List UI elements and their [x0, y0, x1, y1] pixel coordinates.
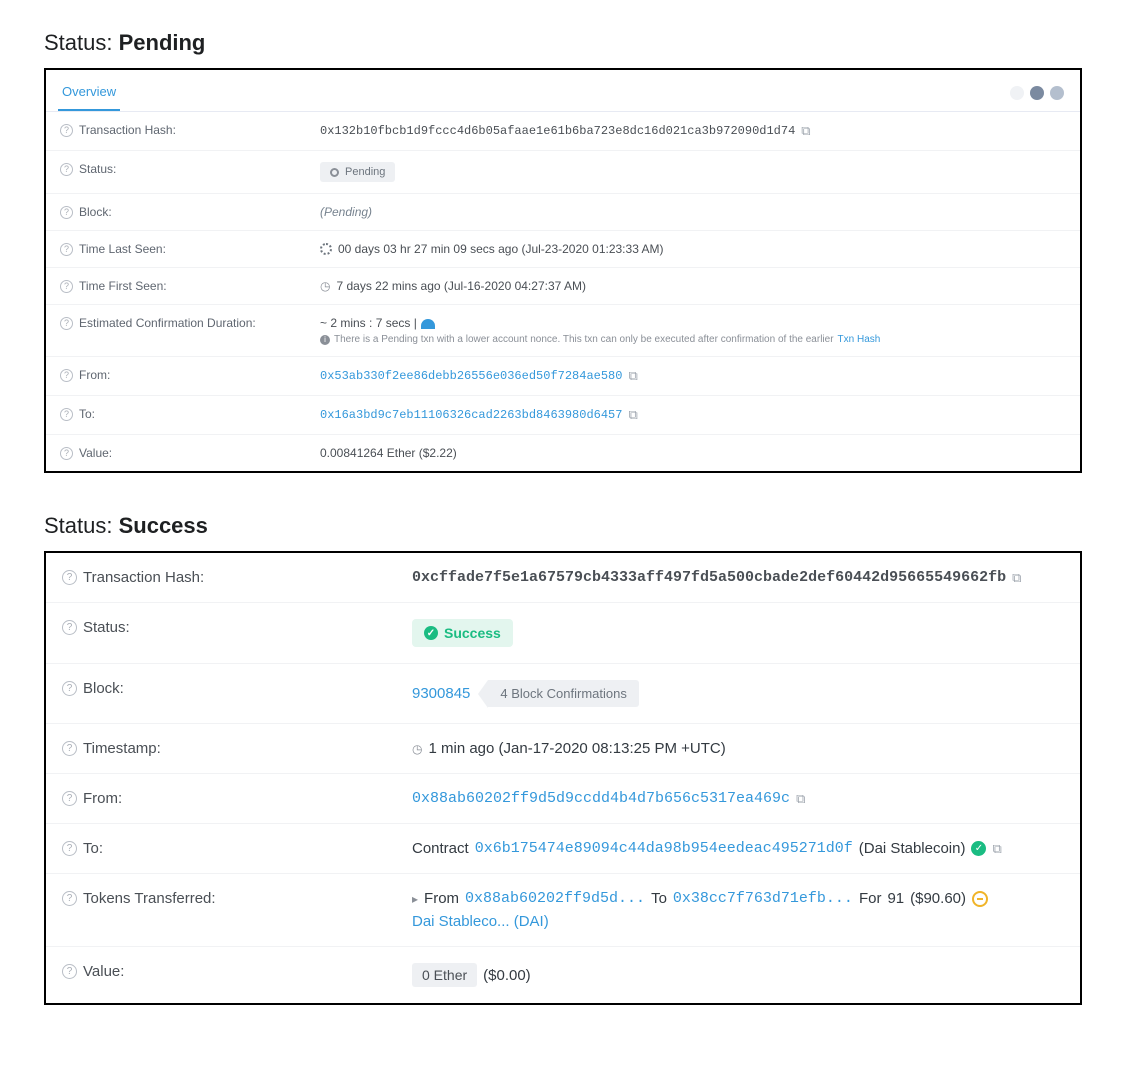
status-badge-success: ✓ Success — [412, 619, 513, 647]
row-from: ?From: 0x53ab330f2ee86debb26556e036ed50f… — [46, 357, 1080, 396]
row-txhash: ?Transaction Hash: 0x132b10fbcb1d9fccc4d… — [46, 112, 1080, 151]
status-badge-pending: Pending — [320, 162, 395, 182]
value-text: 0.00841264 Ether ($2.22) — [320, 446, 457, 460]
value-ether-pill: 0 Ether — [412, 963, 477, 987]
pending-panel: Overview ?Transaction Hash: 0x132b10fbcb… — [44, 68, 1082, 473]
copy-icon[interactable]: ⧉ — [801, 123, 810, 139]
help-icon[interactable]: ? — [62, 620, 77, 635]
verified-icon: ✓ — [971, 841, 986, 856]
block-confirmations-badge: 4 Block Confirmations — [488, 680, 638, 707]
help-icon[interactable]: ? — [60, 163, 73, 176]
txhash-value: 0x132b10fbcb1d9fccc4d6b05afaae1e61b6ba72… — [320, 124, 795, 138]
value-usd: ($0.00) — [483, 967, 531, 984]
copy-icon[interactable]: ⧉ — [1012, 570, 1021, 586]
timestamp-value: 1 min ago (Jan-17-2020 08:13:25 PM +UTC) — [428, 740, 725, 757]
tab-overview[interactable]: Overview — [58, 74, 120, 111]
row-status: ?Status: Pending — [46, 151, 1080, 194]
help-icon[interactable]: ? — [60, 369, 73, 382]
help-icon[interactable]: ? — [60, 124, 73, 137]
from-address-link[interactable]: 0x88ab60202ff9d5d9ccdd4b4d7b656c5317ea46… — [412, 790, 790, 807]
section-title-pending: Status: Pending — [44, 30, 1082, 56]
check-icon: ✓ — [424, 626, 438, 640]
pending-panel-header: Overview — [46, 70, 1080, 112]
first-seen-value: 7 days 22 mins ago (Jul-16-2020 04:27:37… — [336, 279, 585, 293]
copy-icon[interactable]: ⧉ — [796, 791, 805, 807]
txn-hash-link[interactable]: Txn Hash — [838, 334, 881, 345]
tokens-amount: 91 — [887, 890, 904, 907]
block-value: (Pending) — [320, 205, 372, 219]
row-to: ?To: Contract 0x6b175474e89094c44da98b95… — [46, 824, 1080, 874]
row-value: ?Value: 0.00841264 Ether ($2.22) — [46, 435, 1080, 471]
tokens-to-link[interactable]: 0x38cc7f763d71efb... — [673, 890, 853, 907]
panel-indicator-dots — [1010, 86, 1068, 100]
dot-icon — [1030, 86, 1044, 100]
tokens-from-link[interactable]: 0x88ab60202ff9d5d... — [465, 890, 645, 907]
row-first-seen: ?Time First Seen: ◷ 7 days 22 mins ago (… — [46, 268, 1080, 305]
to-contract-name: (Dai Stablecoin) — [859, 840, 966, 857]
to-contract-prefix: Contract — [412, 840, 469, 857]
est-conf-note: i There is a Pending txn with a lower ac… — [320, 334, 1066, 345]
row-to: ?To: 0x16a3bd9c7eb11106326cad2263bd84639… — [46, 396, 1080, 435]
copy-icon[interactable]: ⧉ — [628, 407, 637, 423]
to-address-link[interactable]: 0x16a3bd9c7eb11106326cad2263bd8463980d64… — [320, 408, 622, 422]
pending-circle-icon — [330, 168, 339, 177]
arrow-right-icon: ▸ — [412, 892, 418, 906]
row-value: ?Value: 0 Ether ($0.00) — [46, 947, 1080, 1003]
help-icon[interactable]: ? — [62, 570, 77, 585]
dai-token-icon — [972, 891, 988, 907]
row-block: ?Block: 9300845 4 Block Confirmations — [46, 664, 1080, 724]
row-est-conf: ?Estimated Confirmation Duration: ~ 2 mi… — [46, 305, 1080, 357]
tokens-name-link[interactable]: Dai Stableco... (DAI) — [412, 913, 549, 930]
row-block: ?Block: (Pending) — [46, 194, 1080, 231]
help-icon[interactable]: ? — [62, 964, 77, 979]
clock-icon: ◷ — [320, 279, 330, 293]
last-seen-value: 00 days 03 hr 27 min 09 secs ago (Jul-23… — [338, 242, 664, 256]
info-icon: i — [320, 335, 330, 345]
success-panel: ?Transaction Hash: 0xcffade7f5e1a67579cb… — [44, 551, 1082, 1005]
block-number-link[interactable]: 9300845 — [412, 685, 470, 702]
help-icon[interactable]: ? — [62, 681, 77, 696]
help-icon[interactable]: ? — [62, 741, 77, 756]
help-icon[interactable]: ? — [60, 447, 73, 460]
help-icon[interactable]: ? — [62, 891, 77, 906]
help-icon[interactable]: ? — [62, 791, 77, 806]
row-from: ?From: 0x88ab60202ff9d5d9ccdd4b4d7b656c5… — [46, 774, 1080, 824]
row-last-seen: ?Time Last Seen: 00 days 03 hr 27 min 09… — [46, 231, 1080, 268]
help-icon[interactable]: ? — [60, 317, 73, 330]
help-icon[interactable]: ? — [60, 408, 73, 421]
row-timestamp: ?Timestamp: ◷ 1 min ago (Jan-17-2020 08:… — [46, 724, 1080, 774]
copy-icon[interactable]: ⧉ — [992, 841, 1001, 857]
row-txhash: ?Transaction Hash: 0xcffade7f5e1a67579cb… — [46, 553, 1080, 603]
est-conf-value: ~ 2 mins : 7 secs | — [320, 316, 417, 330]
section-title-success: Status: Success — [44, 513, 1082, 539]
help-icon[interactable]: ? — [60, 206, 73, 219]
to-address-link[interactable]: 0x6b175474e89094c44da98b954eedeac495271d… — [475, 840, 853, 857]
tokens-usd: ($90.60) — [910, 890, 966, 907]
help-icon[interactable]: ? — [60, 280, 73, 293]
row-tokens: ?Tokens Transferred: ▸ From 0x88ab60202f… — [46, 874, 1080, 947]
from-address-link[interactable]: 0x53ab330f2ee86debb26556e036ed50f7284ae5… — [320, 369, 622, 383]
row-status: ?Status: ✓ Success — [46, 603, 1080, 664]
help-icon[interactable]: ? — [60, 243, 73, 256]
clock-icon: ◷ — [412, 742, 422, 756]
help-icon[interactable]: ? — [62, 841, 77, 856]
txhash-value: 0xcffade7f5e1a67579cb4333aff497fd5a500cb… — [412, 569, 1006, 586]
gauge-icon — [421, 319, 435, 329]
dot-icon — [1050, 86, 1064, 100]
dot-icon — [1010, 86, 1024, 100]
copy-icon[interactable]: ⧉ — [628, 368, 637, 384]
spinner-icon — [320, 243, 332, 255]
